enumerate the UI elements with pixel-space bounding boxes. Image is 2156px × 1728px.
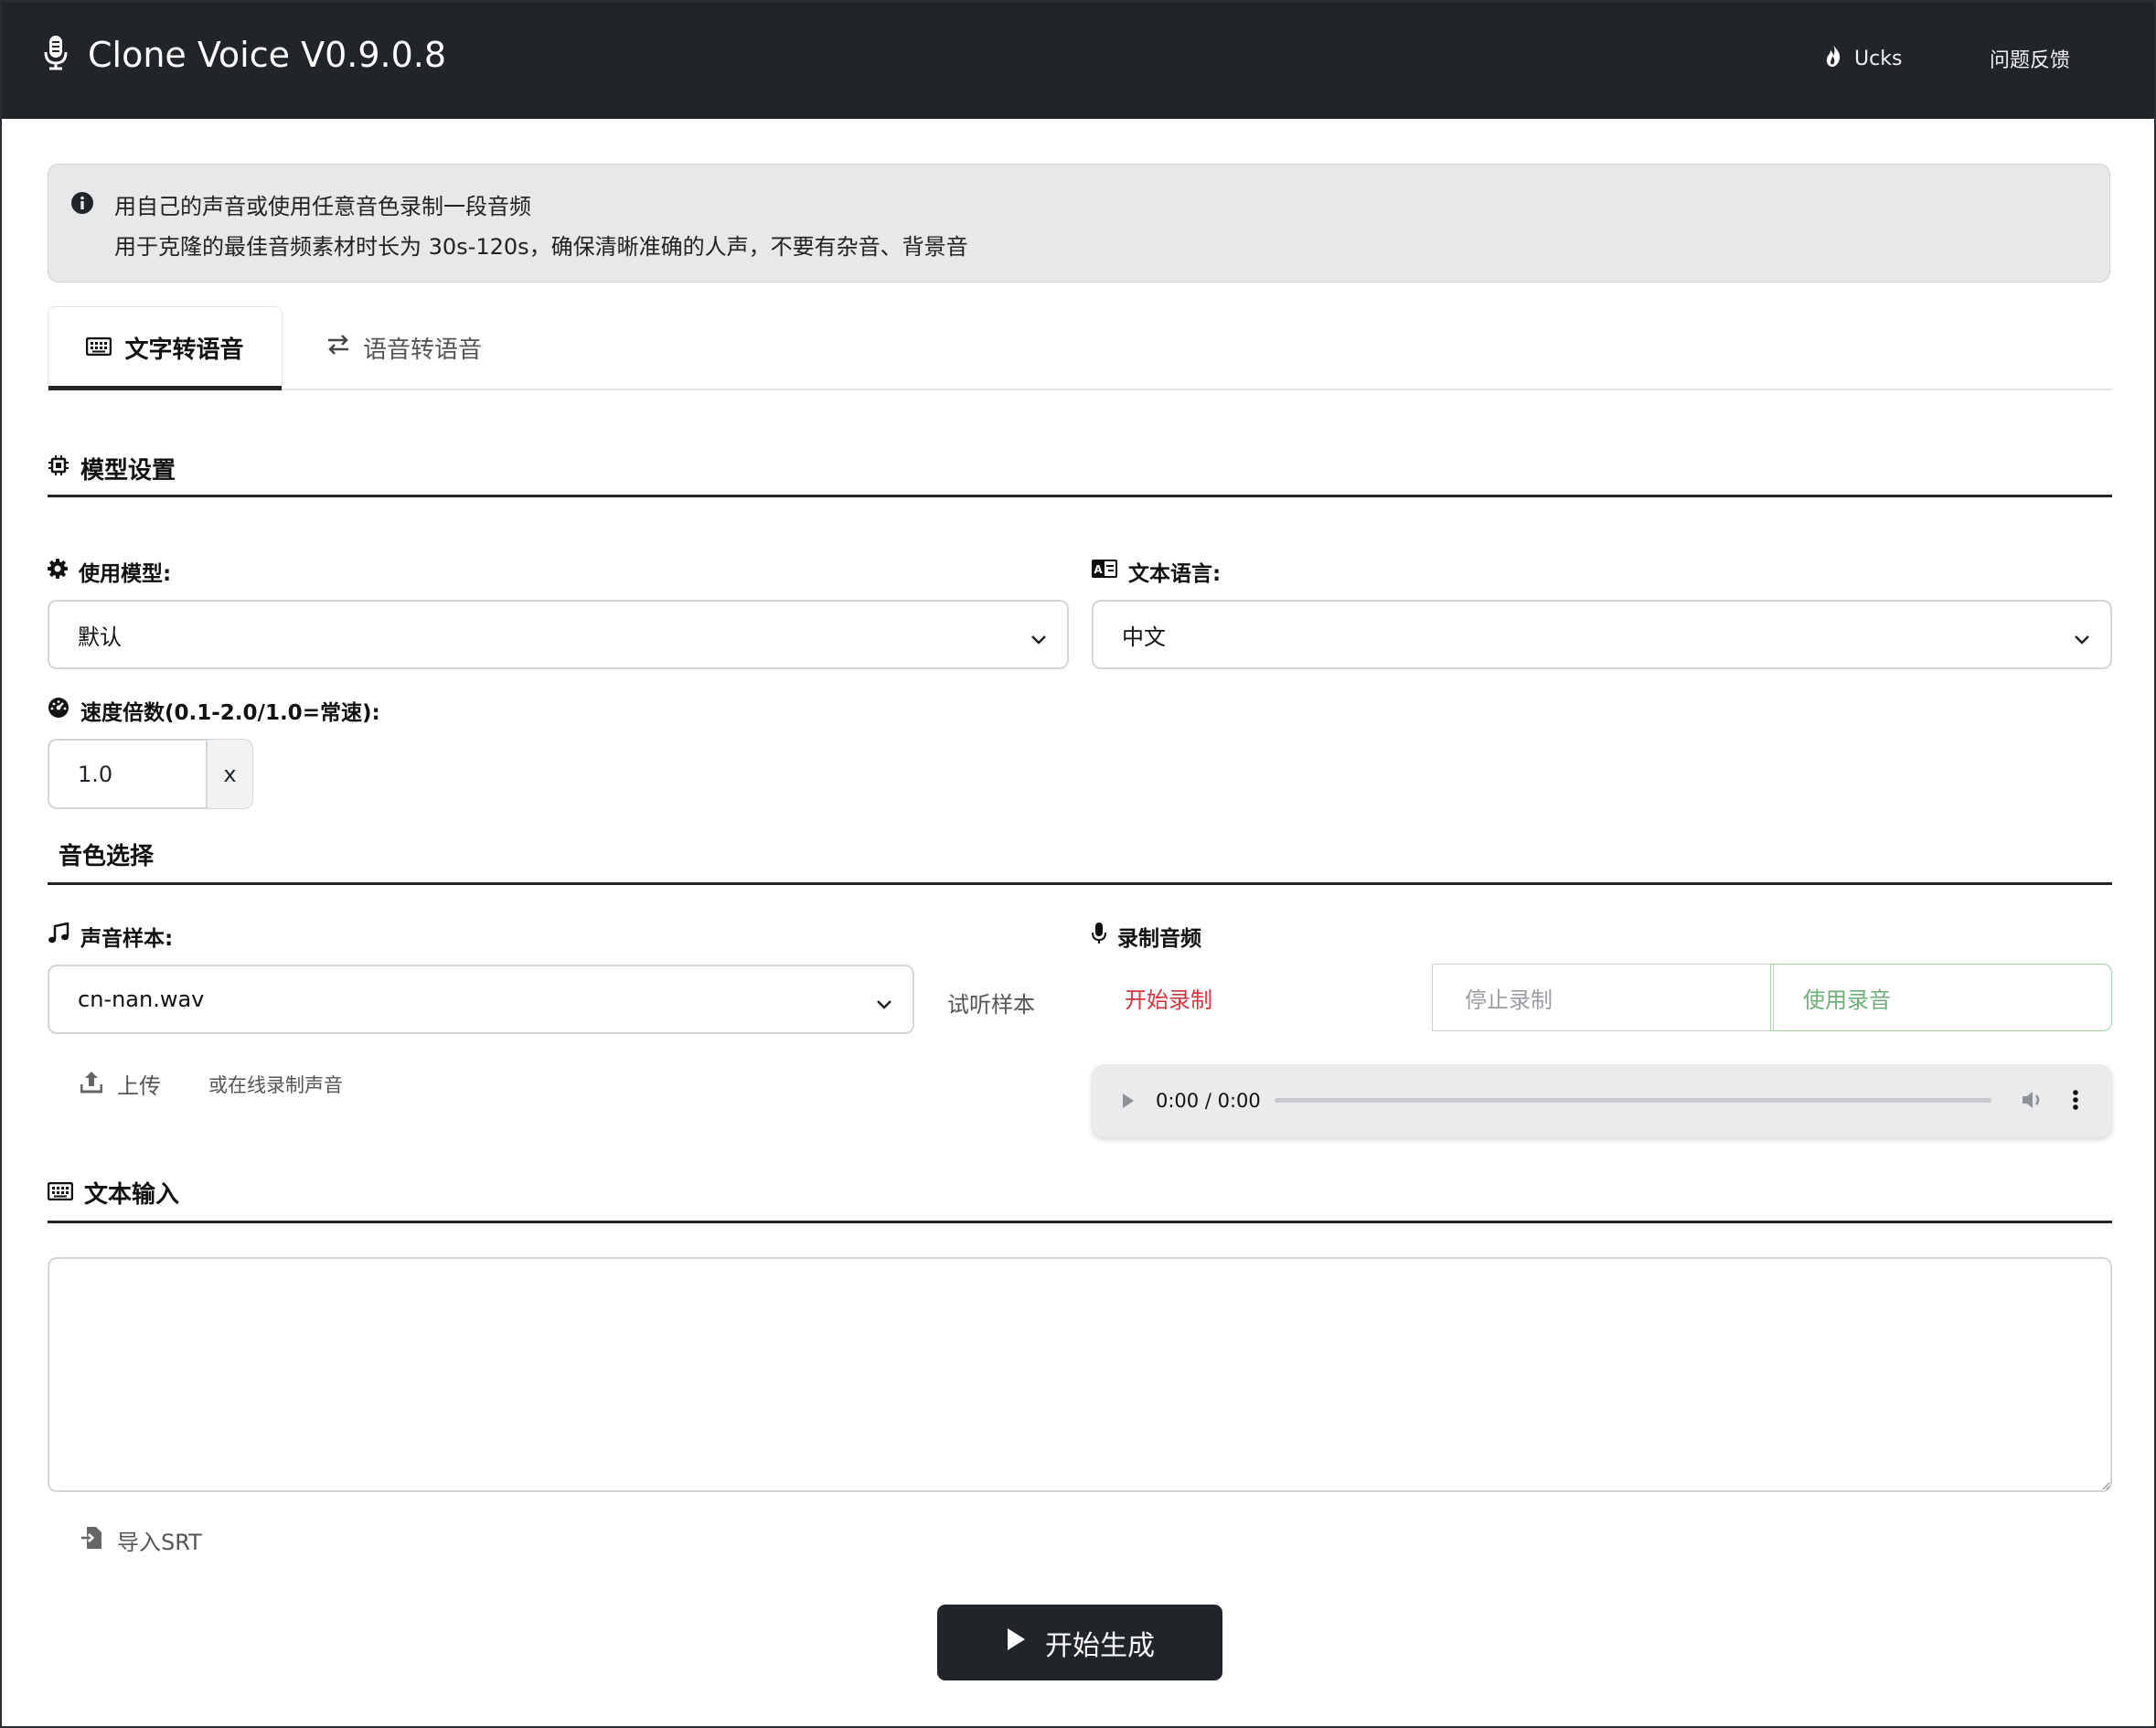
record-audio-title: 录制音频 [1117, 927, 1201, 951]
speed-label-text: 速度倍数(0.1-2.0/1.0=常速): [80, 701, 380, 725]
tab-text-to-speech[interactable]: 文字转语音 [48, 306, 283, 390]
stop-record-button[interactable]: 停止录制 [1432, 964, 1774, 1031]
upload-label: 上传 [117, 1073, 161, 1099]
flame-icon [1825, 44, 1841, 73]
sample-label-text: 声音样本: [80, 927, 174, 951]
alert-line: 用自己的声音或使用任意音色录制一段音频 [114, 194, 531, 219]
speed-label: 速度倍数(0.1-2.0/1.0=常速): [48, 695, 380, 726]
upload-button[interactable]: 上传 [80, 1068, 161, 1100]
generate-label: 开始生成 [1045, 1629, 1155, 1662]
play-icon[interactable] [1121, 1092, 1136, 1114]
voice-sample-select[interactable]: cn-nan.wav [48, 965, 914, 1034]
info-circle-icon [70, 191, 94, 219]
language-icon: A [1092, 560, 1117, 583]
record-online-link[interactable]: 或在线录制声音 [208, 1071, 343, 1098]
navbar: Clone Voice V0.9.0.8 Ucks 问题反馈 [2, 2, 2154, 119]
tab-label: 语音转语音 [363, 336, 483, 364]
upload-icon [80, 1070, 103, 1099]
gear-icon [48, 559, 68, 584]
audio-progress-track[interactable] [1275, 1098, 1991, 1103]
voice-sample-value: cn-nan.wav [78, 987, 205, 1012]
voice-selection-header: 音色选择 [48, 834, 2112, 885]
section-title: 模型设置 [80, 457, 176, 485]
audio-player: 0:00 / 0:00 [1092, 1064, 2112, 1137]
file-import-icon [80, 1526, 102, 1555]
speedometer-icon [48, 697, 69, 724]
microphone-icon [44, 36, 68, 74]
language-label-text: 文本语言: [1128, 562, 1222, 586]
microphone-icon [1092, 923, 1106, 950]
keyboard-icon [86, 335, 112, 362]
more-options-icon[interactable] [2072, 1089, 2079, 1115]
text-input-header: 文本输入 [47, 1172, 2112, 1223]
cpu-chip-icon [48, 454, 69, 483]
model-label: 使用模型: [48, 556, 171, 587]
nav-link-label: 问题反馈 [1990, 49, 2071, 72]
language-select-value: 中文 [1122, 624, 1166, 650]
nav-link-ucks[interactable]: Ucks [1825, 44, 1902, 73]
language-label: A 文本语言: [1092, 556, 1221, 587]
import-srt-label: 导入SRT [117, 1530, 202, 1555]
sample-label: 声音样本: [48, 921, 173, 952]
info-alert: 用自己的声音或使用任意音色录制一段音频 用于克隆的最佳音频素材时长为 30s-1… [48, 164, 2110, 283]
section-title: 文本输入 [84, 1181, 180, 1209]
model-select[interactable]: 默认 [48, 600, 1069, 669]
record-audio-label: 录制音频 [1092, 921, 1201, 952]
model-select-value: 默认 [78, 624, 122, 650]
text-input-area[interactable] [48, 1257, 2112, 1492]
chevron-down-icon [2074, 625, 2090, 651]
chevron-down-icon [876, 990, 892, 1016]
play-icon [1005, 1627, 1027, 1659]
alert-line: 用于克隆的最佳音频素材时长为 30s-120s，确保清晰准确的人声，不要有杂音、… [114, 234, 968, 260]
nav-link-feedback[interactable]: 问题反馈 [1990, 44, 2070, 73]
preview-sample-button[interactable]: 试听样本 [947, 987, 1035, 1019]
tab-label: 文字转语音 [124, 336, 244, 364]
app-window: Clone Voice V0.9.0.8 Ucks 问题反馈 用自己的声音或使用… [0, 0, 2156, 1728]
model-label-text: 使用模型: [79, 562, 172, 586]
brand[interactable]: Clone Voice V0.9.0.8 [44, 35, 446, 75]
generate-button[interactable]: 开始生成 [937, 1605, 1222, 1680]
audio-time: 0:00 / 0:00 [1156, 1090, 1261, 1112]
music-note-icon [48, 922, 69, 950]
speed-input[interactable]: 1.0 [48, 739, 208, 809]
tab-speech-to-speech[interactable]: 语音转语音 [326, 306, 482, 389]
speed-suffix: x [208, 739, 253, 809]
nav-link-label: Ucks [1854, 47, 1903, 70]
app-title: Clone Voice V0.9.0.8 [88, 35, 447, 75]
use-recording-button[interactable]: 使用录音 [1770, 964, 2112, 1031]
swap-arrows-icon [326, 334, 350, 362]
svg-text:A: A [1094, 563, 1103, 576]
model-settings-header: 模型设置 [48, 450, 2112, 497]
start-record-button[interactable]: 开始录制 [1092, 964, 1432, 1031]
chevron-down-icon [1030, 625, 1047, 651]
speed-input-group: 1.0 x [48, 739, 253, 809]
keyboard-icon [47, 1179, 74, 1207]
section-title: 音色选择 [59, 843, 155, 870]
import-srt-button[interactable]: 导入SRT [80, 1524, 202, 1556]
language-select[interactable]: 中文 [1092, 600, 2112, 669]
tab-bar: 文字转语音 语音转语音 [48, 306, 2112, 390]
volume-icon[interactable] [2021, 1089, 2044, 1115]
